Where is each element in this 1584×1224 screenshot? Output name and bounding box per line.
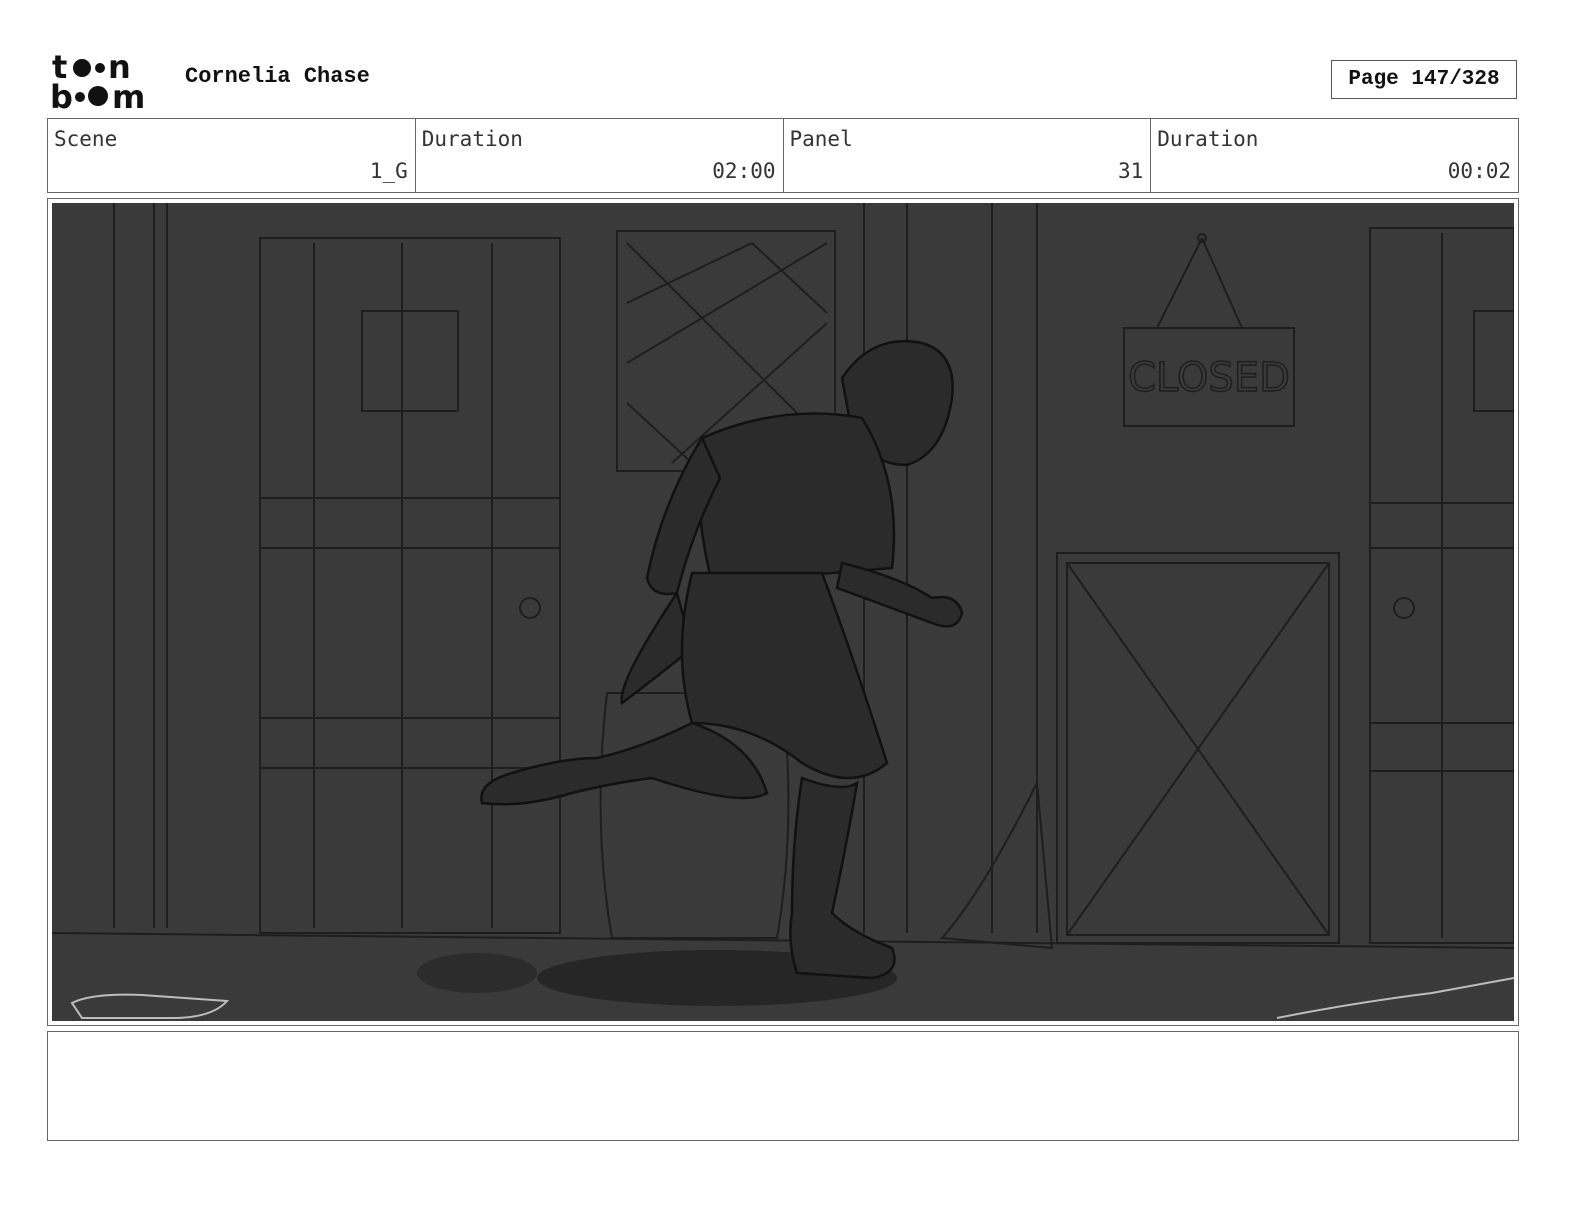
panel-cell: Panel 31	[784, 119, 1152, 192]
panel-label: Panel	[789, 127, 853, 151]
toon-boom-logo: t n b m	[50, 48, 166, 116]
panel-notes-box	[47, 1031, 1519, 1141]
svg-text:m: m	[112, 78, 145, 112]
panel-duration-value: 00:02	[1447, 159, 1511, 183]
panel-info-row: Scene 1_G Duration 02:00 Panel 31 Durati…	[47, 118, 1519, 193]
storyboard-panel-frame: CLOSED	[47, 198, 1519, 1026]
storyboard-sketch-svg: CLOSED	[52, 203, 1514, 1021]
scene-duration-label: Duration	[421, 127, 523, 151]
project-title: Cornelia Chase	[185, 64, 370, 89]
closed-sign-text: CLOSED	[1128, 355, 1290, 401]
scene-cell: Scene 1_G	[48, 119, 416, 192]
scene-duration-cell: Duration 02:00	[416, 119, 784, 192]
scene-duration-value: 02:00	[712, 159, 776, 183]
panel-duration-label: Duration	[1157, 127, 1259, 151]
scene-value: 1_G	[369, 159, 408, 183]
panel-duration-cell: Duration 00:02	[1151, 119, 1518, 192]
storyboard-drawing: CLOSED	[52, 203, 1514, 1021]
page-indicator: Page 147/328	[1331, 60, 1517, 99]
scene-label: Scene	[54, 127, 118, 151]
svg-text:b: b	[50, 78, 73, 112]
panel-value: 31	[1117, 159, 1144, 183]
